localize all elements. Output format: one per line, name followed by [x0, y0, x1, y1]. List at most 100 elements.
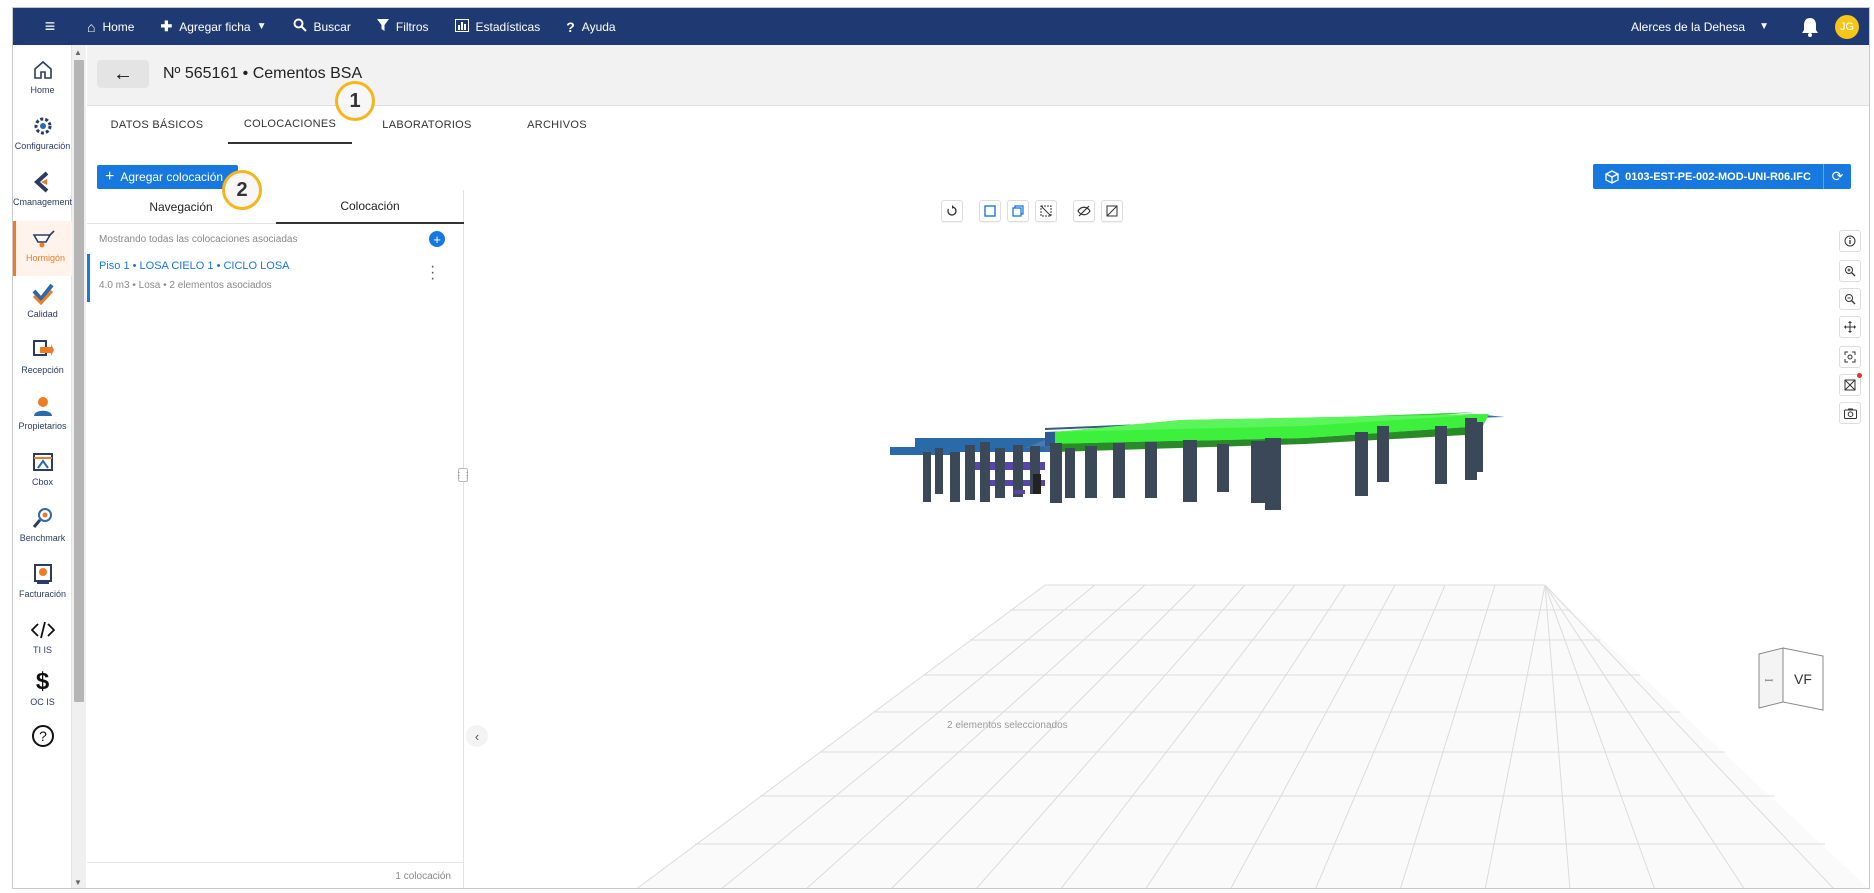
help-icon: ? [566, 18, 575, 35]
zoom-out-icon[interactable] [1839, 288, 1861, 310]
reset-icon[interactable] [941, 200, 963, 222]
sidebar-item-ti-is[interactable]: TI IS [13, 613, 72, 668]
sidebar-item-label: Facturación [18, 589, 67, 599]
sidebar-item-oc-is[interactable]: $ OC IS [13, 665, 72, 720]
caret-down-icon: ▼ [1759, 21, 1769, 32]
bim-viewer[interactable]: 2 elementos seleccionados VF ꟷ [465, 190, 1869, 889]
help-circle-icon: ? [30, 723, 56, 749]
add-placement-button[interactable]: + Agregar colocación [97, 165, 238, 189]
model-file-label: 0103-EST-PE-002-MOD-UNI-R06.IFC [1625, 170, 1811, 183]
sidebar-item-benchmark[interactable]: Benchmark [13, 501, 72, 556]
nav-filters[interactable]: Filtros [376, 18, 429, 35]
kebab-menu-icon[interactable]: · · · [430, 259, 435, 287]
nav-statistics[interactable]: Estadísticas [454, 18, 540, 35]
viewer-toolbar [941, 200, 1129, 222]
isolate-icon[interactable] [1101, 200, 1123, 222]
sidebar-item-home[interactable]: Home [13, 53, 72, 108]
sidebar-scrollbar-thumb[interactable] [74, 60, 84, 702]
add-placement-label: Agregar colocación [120, 170, 224, 184]
hide-icon[interactable] [1073, 200, 1095, 222]
hamburger-menu-icon[interactable]: ≡ [13, 8, 87, 45]
floor-grid [636, 584, 1868, 888]
viewcube[interactable]: VF ꟷ [1757, 646, 1837, 718]
section-icon[interactable] [1035, 200, 1057, 222]
panel-resize-handle[interactable]: ⋮⋮ [455, 468, 471, 482]
showing-text: Mostrando todas las colocaciones asociad… [99, 234, 298, 245]
tab-datos-basicos[interactable]: DATOS BÁSICOS [102, 106, 212, 144]
user-avatar[interactable]: JG [1835, 14, 1859, 39]
panel-subtabs: Navegación Colocación [87, 190, 464, 224]
sidebar-item-label: Recepción [21, 365, 64, 375]
owner-icon [30, 393, 56, 419]
sidebar-item-label: Configuración [14, 141, 71, 151]
model-file-button[interactable]: 0103-EST-PE-002-MOD-UNI-R06.IFC [1593, 164, 1823, 189]
sidebar-item-cbox[interactable]: Cbox [13, 445, 72, 500]
nav-add-record-label: Agregar ficha [179, 19, 251, 34]
nav-search-label: Buscar [313, 19, 351, 34]
sidebar-item-label: Cbox [31, 477, 53, 487]
nav-home[interactable]: ⌂ Home [87, 19, 134, 35]
nav-add-record[interactable]: ✚ Agregar ficha ▼ [160, 18, 266, 35]
sidebar-item-configuracion[interactable]: Configuración [13, 109, 72, 164]
viewcube-side-mark: ꟷ [1765, 676, 1773, 687]
viewer-canvas[interactable] [465, 190, 1869, 889]
scroll-down-icon[interactable]: ▼ [74, 878, 82, 887]
cbox-icon [30, 449, 56, 475]
tab-colocaciones[interactable]: COLOCACIONES [228, 106, 352, 144]
chevron-left-icon[interactable]: ‹ [466, 725, 488, 747]
home-icon: ⌂ [87, 18, 96, 35]
select-box-icon[interactable] [979, 200, 1001, 222]
sidebar-item-cmanagement[interactable]: Cmanagement [13, 165, 72, 220]
tab-laboratorios[interactable]: LABORATORIOS [372, 106, 482, 144]
caret-down-icon: ▼ [256, 21, 267, 32]
placement-count: 1 colocación [395, 871, 451, 882]
sidebar-item-facturacion[interactable]: Facturación [13, 557, 72, 612]
panel-footer: 1 colocación [87, 862, 463, 888]
clip-icon[interactable] [1839, 373, 1862, 396]
select-multi-icon[interactable] [1007, 200, 1029, 222]
sidebar-item-label: OC IS [30, 697, 55, 707]
nav-home-label: Home [102, 19, 135, 34]
search-icon [293, 18, 307, 35]
left-sidebar: Home Configuración Cmanagement Hormigón … [13, 45, 72, 888]
bell-icon[interactable] [1799, 16, 1821, 38]
back-button[interactable]: ← [97, 60, 149, 88]
sidebar-item-label: Propietarios [18, 421, 67, 431]
list-item[interactable]: Piso 1 • LOSA CIELO 1 • CICLO LOSA 4.0 m… [87, 254, 463, 302]
placement-meta: 4.0 m3 • Losa • 2 elementos asociados [99, 280, 272, 291]
home-icon [30, 57, 56, 83]
sidebar-item-hormigon[interactable]: Hormigón [13, 221, 72, 276]
tab-archivos[interactable]: ARCHIVOS [512, 106, 602, 144]
project-selector[interactable]: Alerces de la Dehesa ▼ [1631, 20, 1769, 34]
sidebar-item-recepcion[interactable]: Recepción [13, 333, 72, 388]
settings-icon [30, 113, 56, 139]
benchmark-icon [30, 505, 56, 531]
sidebar-item-label: TI IS [32, 645, 52, 655]
notification-dot [1857, 373, 1862, 378]
sidebar-item-propietarios[interactable]: Propietarios [13, 389, 72, 444]
nav-search[interactable]: Buscar [293, 18, 351, 35]
fit-icon[interactable] [1839, 346, 1861, 368]
info-icon[interactable] [1839, 230, 1861, 252]
zoom-in-icon[interactable] [1839, 260, 1861, 282]
sidebar-item-label: Home [30, 85, 55, 95]
placement-name[interactable]: Piso 1 • LOSA CIELO 1 • CICLO LOSA [99, 260, 290, 272]
sidebar-help[interactable]: ? [13, 719, 72, 774]
nav-help-label: Ayuda [581, 19, 616, 34]
sidebar-item-calidad[interactable]: Calidad [13, 277, 72, 332]
pan-icon[interactable] [1839, 316, 1861, 338]
svg-text:?: ? [39, 728, 47, 744]
building-model [890, 412, 1505, 510]
sidebar-item-label: Cmanagement [13, 197, 72, 207]
add-circle-icon[interactable]: + [429, 231, 445, 247]
reception-icon [30, 337, 56, 363]
placements-panel: Navegación Colocación Mostrando todas la… [87, 190, 464, 888]
chart-icon [454, 18, 469, 35]
refresh-icon[interactable]: ⟳ [1823, 164, 1851, 189]
camera-icon[interactable] [1839, 402, 1861, 424]
sidebar-item-label: Calidad [27, 309, 58, 319]
nav-help[interactable]: ? Ayuda [566, 19, 615, 35]
scroll-up-icon[interactable]: ▲ [74, 48, 82, 57]
sidebar-item-label: Benchmark [19, 533, 66, 543]
subtab-colocacion[interactable]: Colocación [276, 190, 464, 224]
